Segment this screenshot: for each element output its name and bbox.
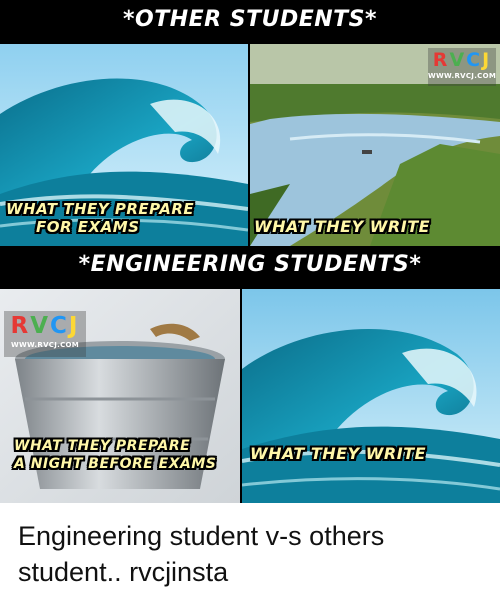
ocean-wave-image — [242, 289, 500, 503]
logo-letter: C — [466, 49, 483, 71]
rvcj-wordmark: RVCJ — [4, 311, 86, 341]
caption-prepare-exams: WHAT THEY PREPARE FOR EXAMS — [6, 200, 194, 236]
caption-line: WHAT THEY PREPARE — [6, 200, 195, 218]
meme-image: *OTHER STUDENTS* WHAT THEY PREPARE FOR E… — [0, 0, 500, 503]
rvcj-logo: RVCJ WWW.RVCJ.COM — [4, 311, 86, 357]
caption-line: A NIGHT BEFORE EXAMS — [14, 456, 217, 472]
logo-letter: V — [30, 313, 51, 339]
caption-write: WHAT THEY WRITE — [254, 217, 431, 236]
logo-letter: C — [50, 313, 69, 339]
bucket-panel: RVCJ WWW.RVCJ.COM WHAT THEY PREPARE A NI… — [0, 289, 240, 503]
logo-site: WWW.RVCJ.COM — [428, 72, 497, 80]
top-heading: *OTHER STUDENTS* — [122, 7, 378, 32]
caption-write: WHAT THEY WRITE — [250, 444, 427, 463]
rvcj-wordmark: RVCJ — [428, 48, 496, 72]
rvcj-logo: RVCJ WWW.RVCJ.COM — [428, 48, 496, 86]
wave-panel-top: WHAT THEY PREPARE FOR EXAMS — [0, 44, 248, 246]
logo-letter: R — [432, 49, 450, 71]
logo-letter: J — [68, 313, 80, 339]
river-panel: RVCJ WWW.RVCJ.COM WHAT THEY WRITE — [250, 44, 500, 246]
caption-line: FOR EXAMS — [36, 218, 140, 236]
caption-prepare-night: WHAT THEY PREPARE A NIGHT BEFORE EXAMS — [14, 437, 216, 473]
logo-letter: R — [10, 313, 31, 339]
wave-panel-bottom: WHAT THEY WRITE — [242, 289, 500, 503]
logo-site: WWW.RVCJ.COM — [10, 341, 80, 349]
middle-heading: *ENGINEERING STUDENTS* — [78, 252, 422, 277]
logo-letter: J — [482, 49, 492, 71]
caption-line: WHAT THEY PREPARE — [14, 438, 191, 454]
post-caption: Engineering student v-s others student..… — [18, 521, 385, 587]
logo-letter: V — [449, 49, 467, 71]
